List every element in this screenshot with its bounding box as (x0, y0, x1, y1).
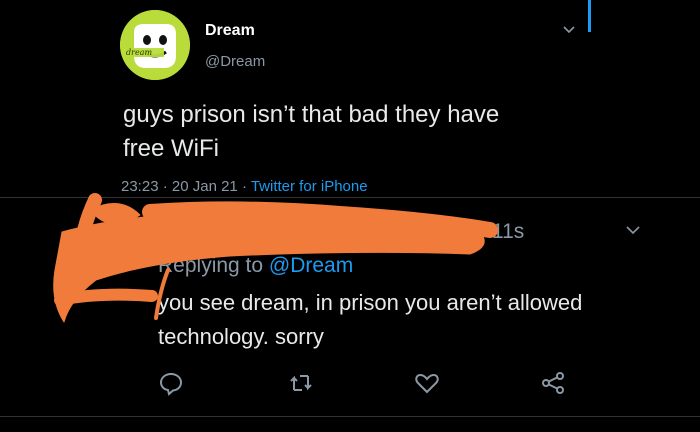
tweet-text: guys prison isn’t that bad they have fre… (123, 98, 593, 166)
reply-icon[interactable] (158, 370, 184, 396)
replying-to-label: Replying to (158, 254, 269, 277)
tweet-metadata: 23:23 · 20 Jan 21 · Twitter for iPhone (121, 178, 368, 195)
share-icon[interactable] (540, 370, 566, 396)
redaction-scribble (53, 193, 498, 323)
author-name[interactable]: Dream (205, 22, 255, 40)
author-avatar[interactable]: dream (120, 10, 190, 80)
tweet-date: 20 Jan 21 (171, 178, 238, 195)
tweet-detail-view: dream Dream @Dream guys prison isn’t tha… (0, 0, 700, 432)
chevron-down-icon[interactable] (626, 224, 640, 236)
tweet-source-link[interactable]: Twitter for iPhone (251, 178, 368, 195)
reply-text-line: you see dream, in prison you aren’t allo… (158, 290, 583, 315)
tweet-text-line: free WiFi (123, 135, 219, 162)
divider (0, 197, 700, 198)
replying-to-mention[interactable]: @Dream (269, 254, 353, 277)
retweet-icon[interactable] (288, 370, 314, 396)
divider (0, 416, 700, 417)
author-handle[interactable]: @Dream (205, 53, 265, 70)
replying-to-line: Replying to @Dream (158, 254, 353, 278)
reply-timestamp: 11s (492, 220, 525, 243)
reply-text: you see dream, in prison you aren’t allo… (158, 286, 658, 354)
tweet-text-line: guys prison isn’t that bad they have (123, 101, 500, 128)
meta-separator: · (158, 178, 172, 195)
avatar-label: dream (126, 48, 152, 57)
tweet-time: 23:23 (121, 178, 159, 195)
heart-icon[interactable] (414, 370, 440, 396)
reply-text-line: technology. sorry (158, 324, 324, 349)
meta-separator: · (237, 178, 251, 195)
chevron-down-icon[interactable] (563, 24, 575, 36)
scroll-indicator (588, 0, 591, 32)
dream-logo-icon: dream (120, 10, 190, 80)
